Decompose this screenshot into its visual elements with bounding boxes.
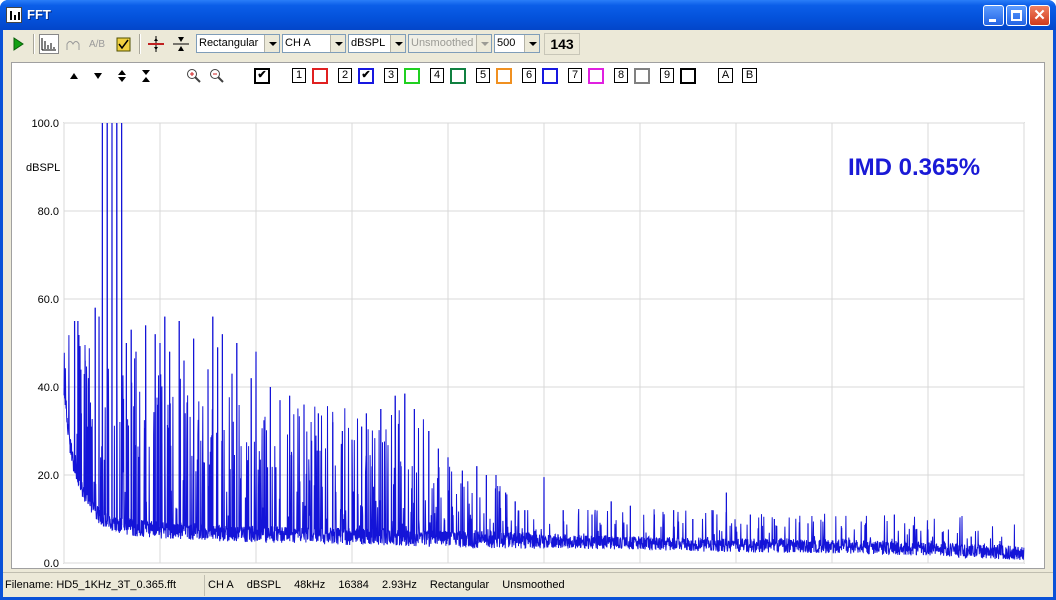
averages-value: 500 [497,37,516,49]
minimize-icon [989,19,996,22]
status-bar: Filename: HD5_1KHz_3T_0.365.fft CH A dBS… [3,572,1053,597]
toolbar-separator [139,34,141,54]
graph-panel: ✔ 12✔3456789 A B 02000400060008000100001… [11,62,1045,569]
chevron-down-icon[interactable] [390,35,405,52]
y-tick-label: 20.0 [38,470,59,482]
chevron-down-icon[interactable] [524,35,539,52]
window-title: FFT [27,7,51,22]
peak-icon[interactable] [171,34,191,54]
status-resolution: 2.93Hz [381,579,417,591]
smoothing-value: Unsmoothed [411,37,474,49]
fft-plot[interactable]: 0200040006000800010000120001400016000180… [12,63,1044,568]
y-tick-label: 80.0 [38,206,59,218]
ab-compare-icon[interactable]: A/B [87,34,107,54]
y-tick-label: 0.0 [44,558,59,568]
chevron-down-icon [476,35,491,52]
status-smoothing: Unsmoothed [502,579,565,591]
spectrum-icon[interactable] [39,34,59,54]
status-filename: Filename: HD5_1KHz_3T_0.365.fft [5,575,205,596]
toolbar-separator [33,34,35,54]
channel-value: CH A [285,37,311,49]
smoothing-select: Unsmoothed [408,34,492,53]
imd-annotation: IMD 0.365% [848,154,981,181]
title-bar[interactable]: FFT ✕ [0,0,1056,30]
checklist-icon[interactable] [113,34,133,54]
y-tick-label: 100.0 [31,118,59,130]
channel-select[interactable]: CH A [282,34,346,53]
toolbar: A/B Rectangular CH A dBSPL Unsmoothed 50… [3,30,1053,58]
average-icon[interactable] [63,34,83,54]
y-tick-label: 60.0 [38,294,59,306]
close-icon: ✕ [1033,7,1046,24]
maximize-button[interactable] [1006,5,1027,26]
status-units: dBSPL [246,579,281,591]
y-tick-label: 40.0 [38,382,59,394]
app-icon [6,7,22,23]
y-axis-label: dBSPL [26,162,60,174]
status-window: Rectangular [429,579,490,591]
status-fft-size: 16384 [338,579,369,591]
play-icon[interactable] [8,34,28,54]
units-select[interactable]: dBSPL [348,34,406,53]
status-details: CH A dBSPL 48kHz 16384 2.93Hz Rectangula… [208,575,575,596]
chevron-down-icon[interactable] [330,35,345,52]
maximize-icon [1011,10,1022,21]
window-type-value: Rectangular [199,37,259,49]
status-sample-rate: 48kHz [294,579,326,591]
chevron-down-icon[interactable] [264,35,279,52]
minimize-button[interactable] [983,5,1004,26]
close-button[interactable]: ✕ [1029,5,1050,26]
cursor-icon[interactable] [146,34,166,54]
units-value: dBSPL [351,37,386,49]
average-count: 143 [544,33,580,55]
window-type-select[interactable]: Rectangular [196,34,280,53]
averages-select[interactable]: 500 [494,34,540,53]
client-area: A/B Rectangular CH A dBSPL Unsmoothed 50… [3,30,1053,597]
fft-window: FFT ✕ A/B Rectangular CH A dBSPL Unsmoot… [0,0,1056,600]
status-channel: CH A [208,579,234,591]
